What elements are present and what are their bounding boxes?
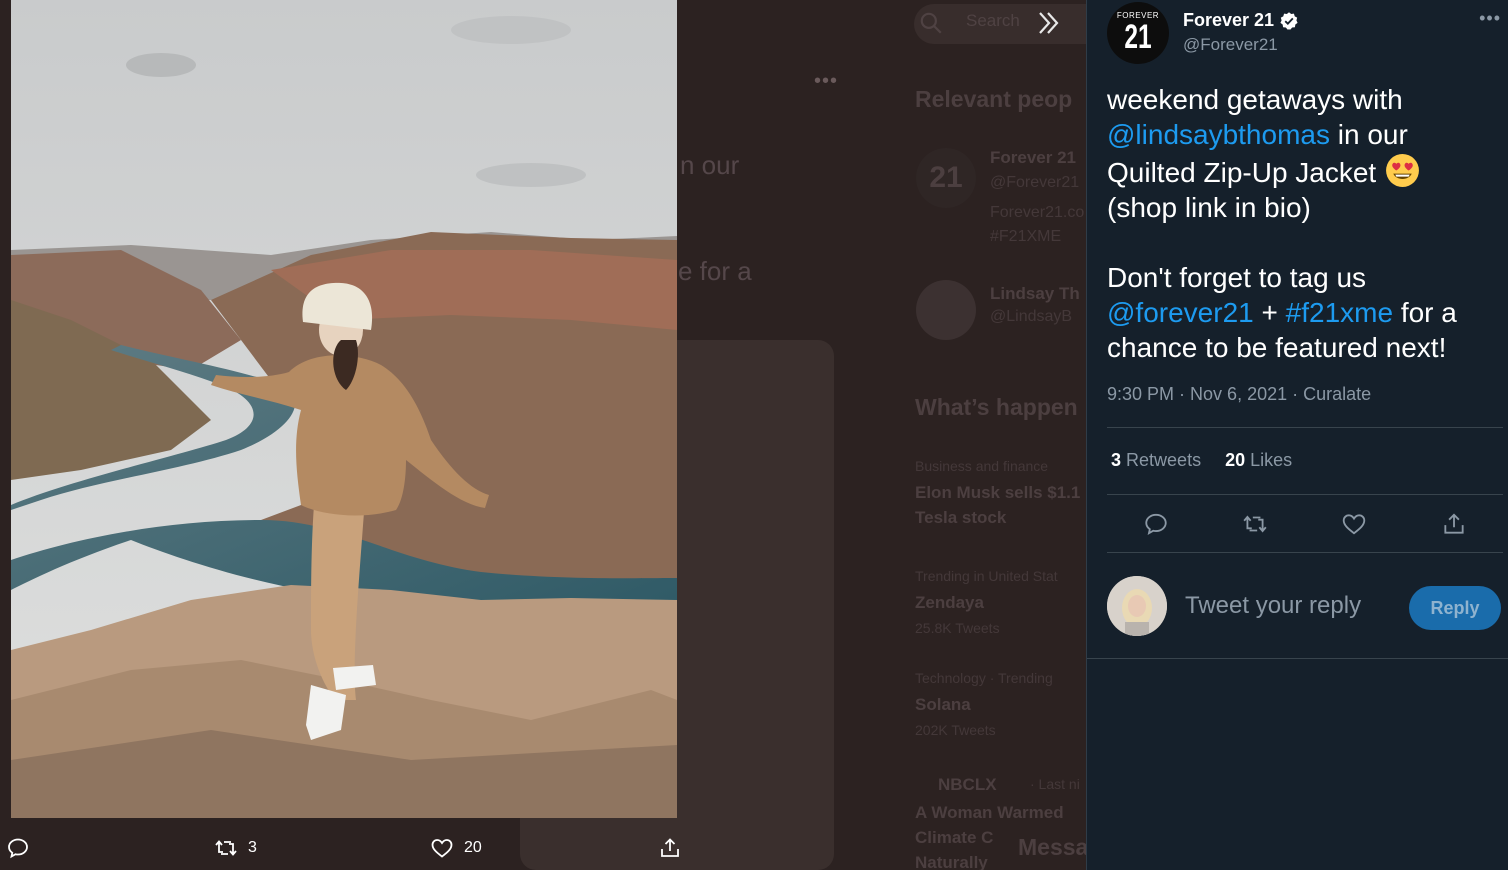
heart-eyes-emoji xyxy=(1386,154,1419,187)
more-icon[interactable]: ••• xyxy=(1479,8,1501,29)
background-avatar-forever21: 21 xyxy=(916,148,976,208)
author-handle[interactable]: @Forever21 xyxy=(1183,35,1278,55)
like-icon xyxy=(431,839,453,858)
tweet-text-segment: Don't forget to tag us xyxy=(1107,262,1367,293)
background-person-name: Forever 21 xyxy=(990,148,1076,167)
hashtag-link[interactable]: #f21xme xyxy=(1286,297,1393,328)
background-person-name: Lindsay Th xyxy=(990,284,1080,303)
trend-context: Technology · Trending xyxy=(915,670,1053,686)
retweet-icon[interactable] xyxy=(1242,511,1268,537)
relevant-people-heading: Relevant peop xyxy=(915,86,1073,112)
author-name-link[interactable]: Forever 21 xyxy=(1183,10,1299,31)
media-share-button[interactable] xyxy=(658,836,682,860)
news-time: · Last ni xyxy=(1030,776,1080,792)
trend-title: Solana xyxy=(915,695,971,714)
search-icon xyxy=(920,12,942,34)
tweet-photo[interactable] xyxy=(11,0,677,818)
media-reply-button[interactable] xyxy=(6,836,30,860)
verified-badge-icon xyxy=(1280,11,1298,30)
background-person-handle: @Forever21 xyxy=(990,174,1080,191)
retweet-icon xyxy=(215,840,237,856)
tweet-action-bar xyxy=(1107,502,1503,546)
trend-title: Zendaya xyxy=(915,593,984,612)
meta-separator: · xyxy=(1287,384,1304,404)
background-more-icon: ••• xyxy=(814,70,839,92)
meta-separator: · xyxy=(1174,384,1191,404)
tweet-date-link[interactable]: Nov 6, 2021 xyxy=(1190,384,1287,404)
media-like-button[interactable]: 20 xyxy=(430,836,482,860)
divider xyxy=(1107,494,1503,495)
screen: n our e for a ••• Search Relevant peop 2… xyxy=(0,0,1508,870)
like-count: 20 xyxy=(1225,450,1246,470)
tweet-text-segment: + xyxy=(1253,297,1286,328)
background-search-placeholder: Search xyxy=(966,11,1020,30)
reply-input[interactable]: Tweet your reply xyxy=(1185,592,1361,620)
author-name: Forever 21 xyxy=(1183,10,1275,30)
share-icon xyxy=(661,838,679,857)
mention-link[interactable]: @lindsaybthomas xyxy=(1107,119,1330,150)
media-action-bar: 3 20 xyxy=(0,822,1086,870)
tweet-detail-panel: FOREVER 21 Forever 21 @Forever21 ••• wee… xyxy=(1086,0,1508,870)
background-person-bio: #F21XME xyxy=(990,228,1062,245)
divider xyxy=(1087,658,1508,659)
avatar[interactable] xyxy=(1107,576,1167,636)
mention-link[interactable]: @forever21 xyxy=(1107,297,1254,328)
background-text-fragment: e for a xyxy=(678,256,752,286)
reply-icon[interactable] xyxy=(1143,511,1169,537)
background-person-bio: Forever21.co xyxy=(990,204,1085,221)
reply-composer: Tweet your reply Reply xyxy=(1107,574,1503,636)
user-avatar-image xyxy=(1107,576,1167,636)
media-like-count: 20 xyxy=(464,839,482,856)
share-icon[interactable] xyxy=(1441,511,1467,537)
likes-stat-link[interactable]: 20 Likes xyxy=(1225,450,1292,471)
tweet-text: weekend getaways with @lindsaybthomas in… xyxy=(1107,82,1495,365)
background-sidebar: Relevant peop 21 Forever 21 @Forever21 F… xyxy=(900,48,1086,870)
tweet-stats: 3 Retweets 20 Likes xyxy=(1111,450,1292,471)
news-source: NBCLX xyxy=(938,775,997,794)
trend-subtext: 25.8K Tweets xyxy=(915,620,1000,636)
reply-button[interactable]: Reply xyxy=(1409,586,1501,630)
background-person-handle: @LindsayB xyxy=(990,308,1073,325)
background-text-fragment: n our xyxy=(680,150,740,180)
photo-canyon-image xyxy=(11,0,677,818)
retweet-count: 3 xyxy=(1111,450,1122,470)
chevron-double-right-icon[interactable] xyxy=(1034,8,1064,38)
avatar[interactable]: FOREVER 21 xyxy=(1107,2,1169,64)
retweet-label: Retweets xyxy=(1126,450,1202,470)
divider xyxy=(1107,552,1503,553)
trend-subtext: 202K Tweets xyxy=(915,722,996,738)
like-label: Likes xyxy=(1250,450,1293,470)
retweets-stat-link[interactable]: 3 Retweets xyxy=(1111,450,1201,471)
tweet-text-segment: weekend getaways with xyxy=(1107,84,1403,115)
tweet-time-link[interactable]: 9:30 PM xyxy=(1107,384,1174,404)
trend-context: Trending in United Stat xyxy=(915,568,1058,584)
tweet-source-link[interactable]: Curalate xyxy=(1303,384,1371,404)
media-retweet-button[interactable]: 3 xyxy=(214,836,257,860)
avatar-logo-number: 21 xyxy=(1124,18,1152,56)
tweet-meta: 9:30 PM · Nov 6, 2021 · Curalate xyxy=(1107,384,1371,405)
trend-title: Tesla stock xyxy=(915,508,1007,527)
background-avatar-lindsay xyxy=(916,280,976,340)
trend-title: Elon Musk sells $1.1 xyxy=(915,483,1081,502)
divider xyxy=(1107,427,1503,428)
tweet-author: FOREVER 21 Forever 21 @Forever21 ••• xyxy=(1107,2,1507,64)
like-icon[interactable] xyxy=(1341,511,1367,537)
whats-happening-heading: What’s happen xyxy=(915,394,1078,420)
trend-context: Business and finance xyxy=(915,458,1049,474)
media-retweet-count: 3 xyxy=(248,839,257,856)
tweet-text-segment: (shop link in bio) xyxy=(1107,192,1311,223)
reply-icon xyxy=(8,838,28,859)
news-headline: A Woman Warmed xyxy=(915,803,1064,822)
